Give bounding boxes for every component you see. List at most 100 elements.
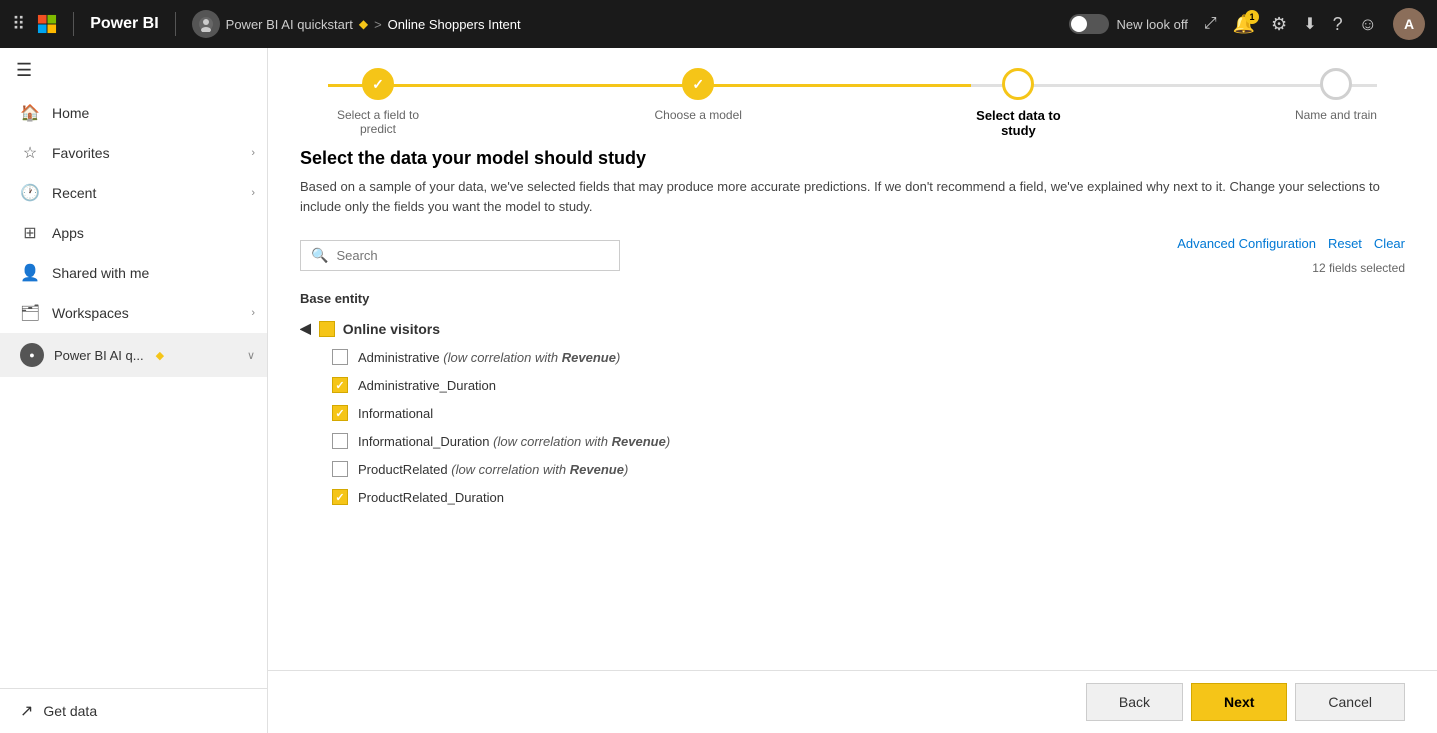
top-nav-actions: New look off ⤢ 🔔 1 ⚙ ⬇ ? ☺ A: [1069, 8, 1425, 40]
entity-name: Online visitors: [343, 321, 440, 337]
field-item-admin-duration: Administrative_Duration: [300, 371, 1401, 399]
workspaces-icon: 🗂: [20, 303, 40, 323]
breadcrumb-current: Online Shoppers Intent: [388, 17, 521, 32]
sidebar-item-home[interactable]: 🏠 Home: [0, 93, 267, 133]
field-checkbox-informational[interactable]: [332, 405, 348, 421]
avatar[interactable]: A: [1393, 8, 1425, 40]
nav-divider: [73, 12, 74, 36]
ms-logo-icon: [37, 14, 57, 34]
powerbi-label: Power BI: [90, 15, 158, 33]
field-item-product-duration: ProductRelated_Duration: [300, 483, 1401, 511]
search-config-row: 🔍 Advanced Configuration Reset Clear 12 …: [300, 236, 1405, 275]
search-input[interactable]: [336, 248, 609, 263]
favorites-icon: ☆: [20, 143, 40, 163]
sidebar-item-workspaces-label: Workspaces: [52, 305, 129, 321]
sidebar-item-favorites[interactable]: ☆ Favorites ›: [0, 133, 267, 173]
next-button[interactable]: Next: [1191, 683, 1287, 721]
field-label-info-duration: Informational_Duration (low correlation …: [358, 434, 670, 449]
sidebar-item-powerbi-workspace[interactable]: ● Power BI AI q... ◆ ∨: [0, 333, 267, 377]
wizard-step-1: ✓ Select a field to predict: [328, 68, 428, 136]
nav-divider2: [175, 12, 176, 36]
config-links: Advanced Configuration Reset Clear 12 fi…: [1177, 236, 1405, 275]
step-circle-3: [1002, 68, 1034, 100]
sidebar-item-recent[interactable]: 🕐 Recent ›: [0, 173, 267, 213]
field-label-informational: Informational: [358, 406, 433, 421]
sidebar-item-favorites-label: Favorites: [52, 145, 110, 161]
fields-list: ◀ Online visitors Administrative (low co…: [300, 314, 1405, 515]
chevron-right-icon2: ›: [251, 187, 255, 199]
new-look-label: New look off: [1117, 17, 1188, 32]
step-label-3: Select data to study: [968, 108, 1068, 138]
notification-button[interactable]: 🔔 1: [1233, 14, 1255, 35]
step-label-1: Select a field to predict: [328, 108, 428, 136]
entity-collapse-icon[interactable]: ◀: [300, 320, 311, 337]
fields-selected-count: 12 fields selected: [1312, 261, 1405, 275]
field-item-product-related: ProductRelated (low correlation with Rev…: [300, 455, 1401, 483]
workspace-icon: [198, 16, 214, 32]
chevron-right-icon3: ›: [251, 307, 255, 319]
field-item-informational: Informational: [300, 399, 1401, 427]
sidebar-item-apps[interactable]: ⊞ Apps: [0, 213, 267, 253]
chevron-right-icon: ›: [251, 147, 255, 159]
workspace-icon: ●: [20, 343, 44, 367]
recent-icon: 🕐: [20, 183, 40, 203]
search-box: 🔍: [300, 240, 620, 271]
workspace-chevron-icon: ∨: [247, 349, 255, 362]
field-checkbox-admin-duration[interactable]: [332, 377, 348, 393]
workspace-avatar: [192, 10, 220, 38]
expand-button[interactable]: ⤢: [1204, 15, 1217, 33]
new-look-toggle-container: New look off: [1069, 14, 1188, 34]
sidebar-item-shared-label: Shared with me: [52, 265, 149, 281]
field-checkbox-administrative[interactable]: [332, 349, 348, 365]
field-checkbox-info-duration[interactable]: [332, 433, 348, 449]
advanced-config-link[interactable]: Advanced Configuration: [1177, 236, 1316, 251]
entity-group-online-visitors: ◀ Online visitors Administrative (low co…: [300, 314, 1401, 511]
sidebar: ☰ 🏠 Home ☆ Favorites › 🕐 Recent › ⊞ Apps…: [0, 48, 268, 733]
entity-title: ◀ Online visitors: [300, 314, 1401, 343]
field-checkbox-product-duration[interactable]: [332, 489, 348, 505]
sidebar-item-home-label: Home: [52, 105, 89, 121]
get-data-button[interactable]: ↗ Get data: [20, 701, 247, 721]
search-icon: 🔍: [311, 247, 328, 264]
home-icon: 🏠: [20, 103, 40, 123]
wizard-steps: ✓ Select a field to predict ✓ Choose a m…: [268, 48, 1437, 148]
field-checkbox-product-related[interactable]: [332, 461, 348, 477]
field-label-product-duration: ProductRelated_Duration: [358, 490, 504, 505]
breadcrumb-workspace[interactable]: Power BI AI quickstart: [226, 17, 353, 32]
reset-link[interactable]: Reset: [1328, 236, 1362, 251]
sidebar-item-shared[interactable]: 👤 Shared with me: [0, 253, 267, 293]
settings-button[interactable]: ⚙: [1271, 14, 1287, 35]
wizard-step-3: Select data to study: [968, 68, 1068, 138]
field-item-info-duration: Informational_Duration (low correlation …: [300, 427, 1401, 455]
clear-link[interactable]: Clear: [1374, 236, 1405, 251]
sidebar-item-recent-label: Recent: [52, 185, 96, 201]
download-button[interactable]: ⬇: [1303, 14, 1316, 34]
step-circle-2: ✓: [682, 68, 714, 100]
sidebar-toggle[interactable]: ☰: [0, 48, 267, 93]
apps-icon: ⊞: [20, 223, 40, 243]
workspace-label: Power BI AI q...: [54, 348, 144, 363]
field-label-admin-duration: Administrative_Duration: [358, 378, 496, 393]
breadcrumb-separator: >: [374, 17, 382, 32]
cancel-button[interactable]: Cancel: [1295, 683, 1405, 721]
new-look-toggle[interactable]: [1069, 14, 1109, 34]
help-button[interactable]: ?: [1333, 14, 1343, 35]
get-data-label: Get data: [43, 703, 97, 719]
breadcrumb-diamond-icon: ◆: [359, 17, 368, 31]
sidebar-bottom: ↗ Get data: [0, 688, 267, 733]
workspace-diamond-icon: ◆: [156, 349, 164, 362]
field-item-administrative: Administrative (low correlation with Rev…: [300, 343, 1401, 371]
back-button[interactable]: Back: [1086, 683, 1183, 721]
step-circle-1: ✓: [362, 68, 394, 100]
config-links-row: Advanced Configuration Reset Clear: [1177, 236, 1405, 251]
notification-badge: 1: [1245, 10, 1259, 24]
footer-actions: Back Next Cancel: [268, 670, 1437, 733]
microsoft-logo: [37, 14, 57, 34]
grid-icon[interactable]: ⠿: [12, 14, 25, 35]
section-title: Select the data your model should study: [300, 148, 1405, 169]
sidebar-item-workspaces[interactable]: 🗂 Workspaces ›: [0, 293, 267, 333]
get-data-icon: ↗: [20, 701, 33, 721]
shared-icon: 👤: [20, 263, 40, 283]
emoji-button[interactable]: ☺: [1359, 14, 1377, 35]
wizard-step-4: Name and train: [1295, 68, 1377, 122]
